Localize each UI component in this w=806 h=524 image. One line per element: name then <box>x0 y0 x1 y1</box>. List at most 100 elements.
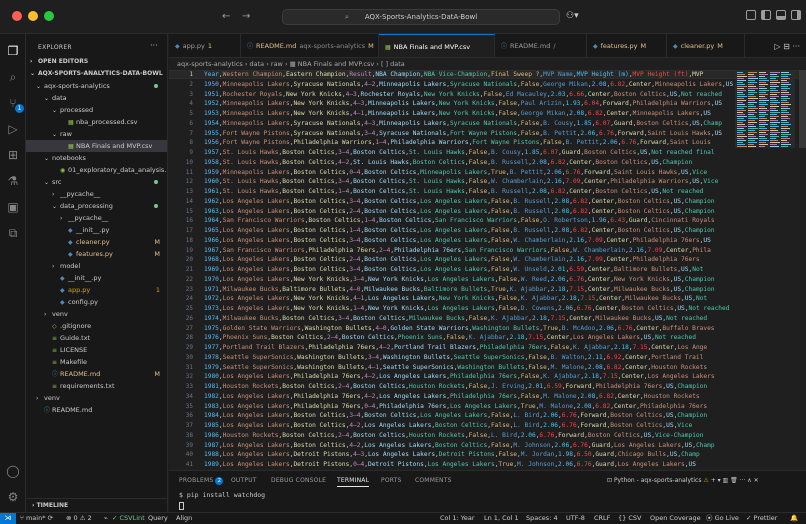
csv-data-row[interactable]: 1961,St. Louis Hawks,Boston Celtics,1–4,… <box>204 187 703 196</box>
extensions-icon[interactable]: ⊞ <box>6 148 20 162</box>
csv-data-row[interactable]: 1960,St. Louis Hawks,Boston Celtics,3–4,… <box>204 177 718 186</box>
csv-data-row[interactable]: 1979,Seattle SuperSonics,Washington Bull… <box>204 363 707 372</box>
tree-item[interactable]: ⌄ aqx-sports-analytics <box>26 80 167 92</box>
tree-item[interactable]: › __pycache__ <box>26 188 167 200</box>
csv-data-row[interactable]: 1984,Los Angeles Lakers,Boston Celtics,3… <box>204 411 707 420</box>
tree-item[interactable]: ▦ NBA Finals and MVP.csv <box>26 140 167 152</box>
query-button[interactable]: Query <box>148 513 168 524</box>
column-name-status[interactable]: Col 1: Year <box>440 513 475 524</box>
editor-tab[interactable]: ◆ app.py 1 <box>169 34 241 57</box>
tree-item[interactable]: ⌄ data_processing <box>26 200 167 212</box>
language-mode-status[interactable]: {} CSV <box>618 513 641 524</box>
align-button[interactable]: Align <box>176 513 192 524</box>
command-center[interactable]: ⌕ AQX-Sports-Analytics-DatA-Bowl <box>282 9 560 25</box>
csv-data-row[interactable]: 1970,Los Angeles Lakers,New York Knicks,… <box>204 275 715 284</box>
tree-item[interactable]: › __pycache__ <box>26 212 167 224</box>
csv-data-row[interactable]: 1967,San Francisco Warriors,Philadelphia… <box>204 246 711 255</box>
csv-data-row[interactable]: 1980,Los Angeles Lakers,Philadelphia 76e… <box>204 372 715 381</box>
testing-icon[interactable]: ⚗ <box>6 174 20 188</box>
csvlint-status[interactable]: ✓ CSVLint <box>112 513 145 524</box>
minimap[interactable] <box>735 70 795 148</box>
panel-tab-ports[interactable]: PORTS <box>381 477 402 484</box>
csv-data-row[interactable]: 1950,Minneapolis Lakers,Syracuse Nationa… <box>204 80 734 89</box>
csv-content[interactable]: Year,Western Champion,Eastern Champion,R… <box>204 70 734 470</box>
problems-status[interactable]: ⊗ 0 ⚠ 2 <box>66 513 92 524</box>
tree-item[interactable]: ≡ Makefile <box>26 356 167 368</box>
project-root-section[interactable]: ⌄ AQX-SPORTS-ANALYTICS-DATA-BOWL <box>26 68 167 80</box>
csv-data-row[interactable]: 1973,Los Angeles Lakers,New York Knicks,… <box>204 304 729 313</box>
open-editors-section[interactable]: › OPEN EDITORS <box>26 56 167 68</box>
tree-item[interactable]: › model <box>26 260 167 272</box>
nav-back-button[interactable]: ← <box>222 11 230 22</box>
tree-item[interactable]: ≡ LICENSE <box>26 344 167 356</box>
indentation-status[interactable]: Spaces: 4 <box>526 513 558 524</box>
tree-item[interactable]: ◆ features.py M <box>26 248 167 260</box>
editor-tab[interactable]: ⓘ README.md / <box>495 34 587 57</box>
more-actions-icon[interactable]: ··· <box>150 41 158 50</box>
csv-data-row[interactable]: 1982,Los Angeles Lakers,Philadelphia 76e… <box>204 392 700 401</box>
remote-indicator-icon[interactable]: ⋊ <box>0 513 16 524</box>
terminal-prompt[interactable]: $ pip install watchdog <box>179 491 265 499</box>
maximize-window-button[interactable] <box>44 11 54 21</box>
csv-data-row[interactable]: 1969,Los Angeles Lakers,Boston Celtics,3… <box>204 265 703 274</box>
csv-data-row[interactable]: 1966,Los Angeles Lakers,Boston Celtics,3… <box>204 236 711 245</box>
terminal-session[interactable]: ⊡ Python - aqx-sports-analytics ⚠ + ▾ ▥ … <box>607 477 759 484</box>
csv-data-row[interactable]: 1964,San Francisco Warriors,Boston Celti… <box>204 216 715 225</box>
settings-gear-icon[interactable]: ⚙ <box>6 490 20 504</box>
csv-data-row[interactable]: 1978,Seattle SuperSonics,Washington Bull… <box>204 353 703 362</box>
csv-data-row[interactable]: 1952,Minneapolis Lakers,New York Knicks,… <box>204 99 722 108</box>
csv-header-row[interactable]: Year,Western Champion,Eastern Champion,R… <box>204 70 703 79</box>
tree-item[interactable]: ◇ .gitignore <box>26 320 167 332</box>
csv-data-row[interactable]: 1963,Los Angeles Lakers,Boston Celtics,2… <box>204 207 715 216</box>
tree-item[interactable]: ⌄ src <box>26 176 167 188</box>
tree-item[interactable]: › venv <box>26 308 167 320</box>
go-live-button[interactable]: ⦿ Go Live <box>706 513 739 524</box>
minimize-window-button[interactable] <box>28 11 38 21</box>
encoding-status[interactable]: UTF-8 <box>566 513 585 524</box>
tree-item[interactable]: ⓘ README.md M <box>26 368 167 380</box>
editor-tab[interactable]: ▦ NBA Finals and MVP.csv <box>379 34 495 57</box>
tree-item[interactable]: ◆ __init__.py <box>26 272 167 284</box>
prettier-status[interactable]: ✓ Prettier <box>746 513 777 524</box>
csv-data-row[interactable]: 1962,Los Angeles Lakers,Boston Celtics,3… <box>204 197 715 206</box>
copilot-icon[interactable]: ⚇▾ <box>566 11 579 21</box>
tree-item[interactable]: ▦ nba_processed.csv <box>26 116 167 128</box>
eol-status[interactable]: CRLF <box>594 513 610 524</box>
csv-data-row[interactable]: 1958,St. Louis Hawks,Boston Celtics,4–2,… <box>204 158 692 167</box>
tree-item[interactable]: ◆ cleaner.py M <box>26 236 167 248</box>
csv-data-row[interactable]: 1959,Minneapolis Lakers,Boston Celtics,0… <box>204 168 707 177</box>
csv-data-row[interactable]: 1983,Los Angeles Lakers,Philadelphia 76e… <box>204 402 707 411</box>
tree-item[interactable]: ⌄ processed <box>26 104 167 116</box>
run-debug-icon[interactable]: ▷ <box>6 122 20 136</box>
terminal-actions[interactable]: + ▾ ▥ 🗑 ··· ∧ ✕ <box>711 477 759 484</box>
csv-data-row[interactable]: 1985,Los Angeles Lakers,Boston Celtics,4… <box>204 421 692 430</box>
csv-data-row[interactable]: 1965,Los Angeles Lakers,Boston Celtics,1… <box>204 226 715 235</box>
close-window-button[interactable] <box>12 11 22 21</box>
editor-tab[interactable]: ⓘ README.md aqx-sports-analytics M <box>241 34 379 57</box>
panel-tab-comments[interactable]: COMMENTS <box>415 477 452 484</box>
vertical-scrollbar-thumb[interactable] <box>799 70 806 148</box>
editor-tab[interactable]: ◆ cleaner.py M <box>667 34 745 57</box>
csv-data-row[interactable]: 1951,Rochester Royals,New York Knicks,4–… <box>204 90 722 99</box>
ports-icon[interactable]: ⌁ <box>104 513 108 524</box>
code-editor[interactable]: 1 2 3 4 5 6 7 8 9 10 11 12 13 14 15 16 17 18 19 20 21 22 23 24 2… <box>169 70 806 470</box>
csv-data-row[interactable]: 1954,Minneapolis Lakers,Syracuse Nationa… <box>204 119 722 128</box>
tree-item[interactable]: ◆ app.py 1 <box>26 284 167 296</box>
csv-data-row[interactable]: 1953,Minneapolis Lakers,New York Knicks,… <box>204 109 711 118</box>
csv-data-row[interactable]: 1957,St. Louis Hawks,Boston Celtics,3–4,… <box>204 148 715 157</box>
nav-forward-button[interactable]: → <box>242 11 250 22</box>
layout-icon[interactable] <box>746 10 756 20</box>
panel-tab-debug-console[interactable]: DEBUG CONSOLE <box>271 477 326 484</box>
editor-actions[interactable]: ▷ ⊟ ··· <box>774 42 800 51</box>
tree-item[interactable]: ⓘ README.md <box>26 404 167 416</box>
toggle-sidebar-icon[interactable] <box>761 10 771 20</box>
csv-data-row[interactable]: 1955,Fort Wayne Pistons,Syracuse Nationa… <box>204 129 722 138</box>
csv-data-row[interactable]: 1968,Los Angeles Lakers,Boston Celtics,2… <box>204 255 700 264</box>
panel-tab-problems[interactable]: PROBLEMS 2 <box>179 477 224 485</box>
tree-item[interactable]: › venv <box>26 392 167 404</box>
toggle-panel-icon[interactable] <box>776 10 786 20</box>
breadcrumb[interactable]: aqx-sports-analytics › data › raw › ▦ NB… <box>169 58 806 70</box>
csv-data-row[interactable]: 1981,Houston Rockets,Boston Celtics,2–4,… <box>204 382 707 391</box>
csv-data-row[interactable]: 1975,Golden State Warriors,Washington Bu… <box>204 324 715 333</box>
containers-icon[interactable]: ⧉ <box>6 226 20 240</box>
